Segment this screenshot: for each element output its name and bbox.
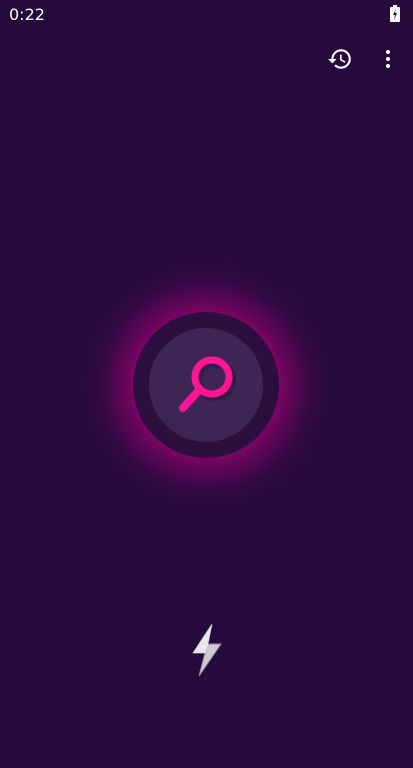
more-vert-icon — [386, 50, 390, 68]
lightning-bolt-icon — [192, 623, 222, 677]
scan-button[interactable] — [133, 312, 279, 458]
history-button[interactable] — [324, 43, 356, 75]
search-icon — [179, 356, 236, 412]
flash-button[interactable] — [186, 621, 226, 679]
battery-charging-icon — [390, 5, 400, 22]
status-time: 0:22 — [9, 5, 45, 24]
scan-button-inner — [149, 328, 263, 442]
more-options-button[interactable] — [372, 43, 404, 75]
status-bar: 0:22 — [0, 0, 413, 28]
history-icon — [328, 49, 351, 69]
